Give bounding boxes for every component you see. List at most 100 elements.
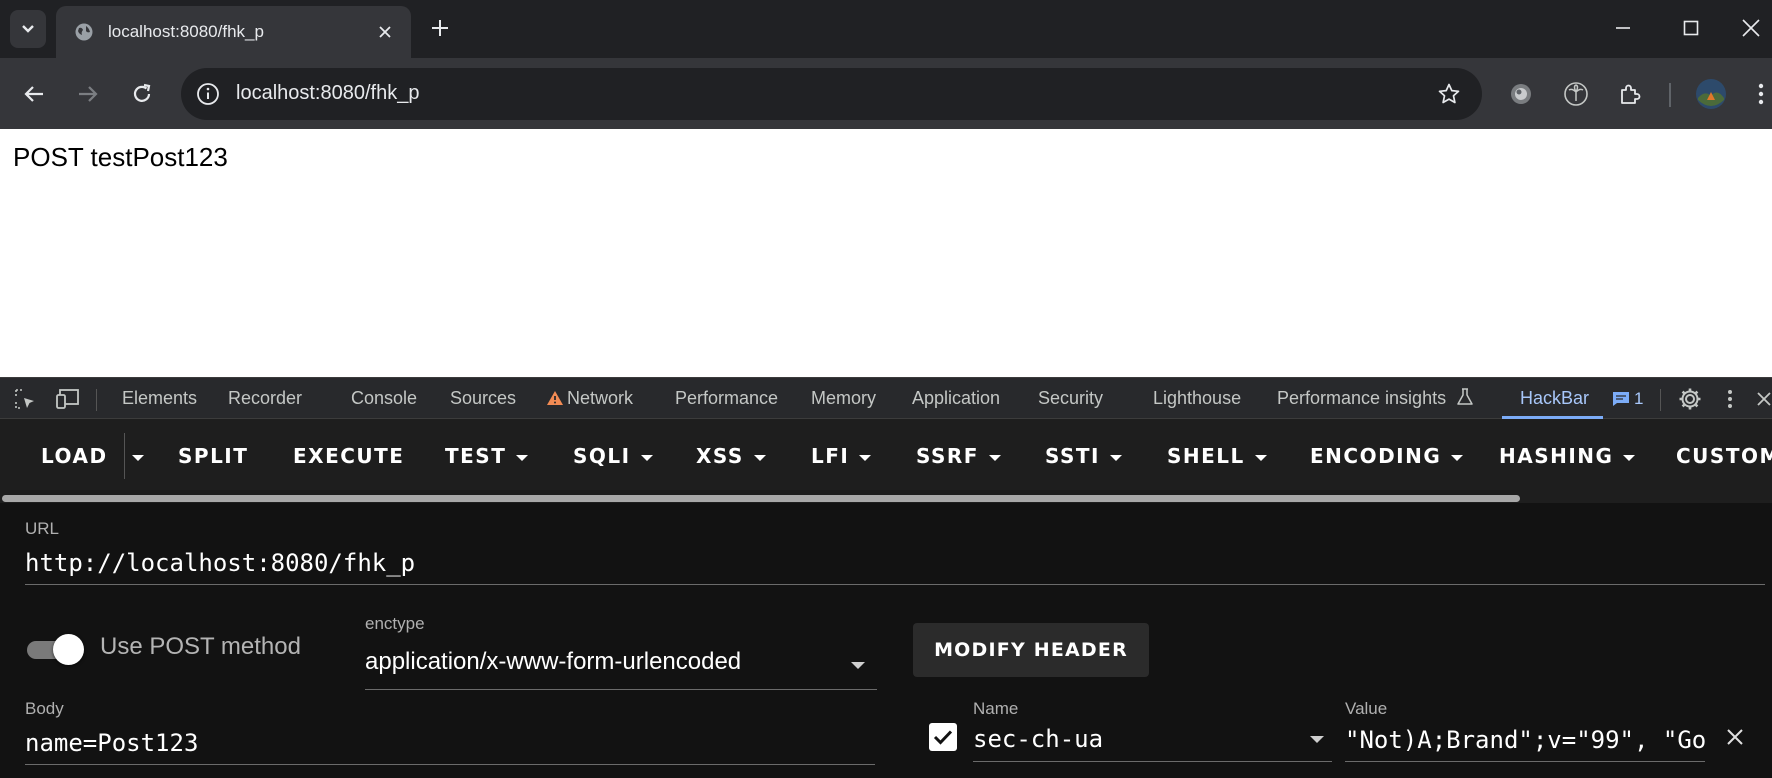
address-url: localhost:8080/fhk_p — [236, 82, 420, 104]
url-input[interactable]: http://localhost:8080/fhk_p — [25, 543, 1765, 585]
hackbar-menu: LOAD SPLIT EXECUTE TEST SQLI XSS LFI SSR… — [0, 419, 1772, 493]
toolbar-separator — [1669, 83, 1671, 107]
caret-down-icon — [1110, 454, 1122, 461]
device-toolbar-icon[interactable] — [55, 388, 83, 410]
enctype-select[interactable]: application/x-www-form-urlencoded — [365, 640, 877, 690]
ssti-menu-label: SSTI — [1045, 444, 1100, 468]
execute-button[interactable]: EXECUTE — [293, 419, 404, 493]
reload-button[interactable] — [122, 74, 162, 114]
tab-search-button[interactable] — [10, 10, 46, 48]
close-tab-icon[interactable] — [373, 20, 397, 44]
tab-memory[interactable]: Memory — [811, 378, 876, 419]
tab-application[interactable]: Application — [912, 378, 1000, 419]
load-split-separator — [124, 433, 125, 479]
settings-gear-icon[interactable] — [1677, 388, 1703, 410]
message-icon — [1613, 391, 1629, 406]
close-icon — [1742, 19, 1760, 37]
warning-icon — [547, 391, 563, 405]
header-value-input[interactable]: "Not)A;Brand";v="99", "Go — [1345, 720, 1705, 762]
body-input[interactable]: name=Post123 — [25, 723, 875, 765]
xss-menu[interactable]: XSS — [696, 419, 766, 493]
reload-icon — [133, 83, 151, 102]
caret-down-icon — [516, 454, 529, 461]
body-label: Body — [25, 699, 64, 718]
tab-security[interactable]: Security — [1038, 378, 1103, 419]
maximize-button[interactable] — [1666, 8, 1716, 48]
post-method-label: Use POST method — [100, 633, 301, 660]
close-devtools-icon[interactable] — [1755, 388, 1772, 410]
header-name-label: Name — [973, 699, 1019, 718]
modify-header-button[interactable]: MODIFY HEADER — [913, 623, 1149, 677]
encoding-menu[interactable]: ENCODING — [1310, 419, 1464, 493]
header-name-select[interactable]: sec-ch-ua — [973, 718, 1332, 762]
shell-menu-label: SHELL — [1167, 444, 1245, 468]
close-window-button[interactable] — [1730, 8, 1772, 48]
tab-recorder[interactable]: Recorder — [228, 378, 302, 419]
menu-scrollbar[interactable] — [0, 493, 1772, 503]
arrow-left-icon — [24, 86, 43, 102]
shell-menu[interactable]: SHELL — [1167, 419, 1267, 493]
tab-console[interactable]: Console — [351, 378, 417, 419]
chevron-down-icon — [22, 25, 34, 33]
tab-title: localhost:8080/fhk_p — [108, 22, 264, 41]
caret-down-icon — [132, 454, 144, 461]
caret-down-icon — [640, 454, 653, 461]
extensions-puzzle-icon[interactable] — [1614, 78, 1646, 110]
tab-performance-insights[interactable]: Performance insights — [1277, 378, 1473, 419]
load-button[interactable]: LOAD — [41, 419, 108, 493]
post-method-toggle[interactable] — [27, 633, 85, 665]
page-body-text: POST testPost123 — [13, 142, 228, 172]
hackbar-panel: LOAD SPLIT EXECUTE TEST SQLI XSS LFI SSR… — [0, 419, 1772, 778]
test-menu-label: TEST — [445, 444, 507, 468]
sqli-menu[interactable]: SQLI — [573, 419, 653, 493]
web-page-viewport: POST testPost123 — [0, 129, 1772, 377]
caret-down-icon — [851, 662, 865, 669]
ssti-menu[interactable]: SSTI — [1045, 419, 1122, 493]
tab-network[interactable]: Network — [546, 378, 633, 419]
extension-palm-icon[interactable] — [1560, 78, 1592, 110]
browser-menu-icon[interactable] — [1750, 78, 1772, 110]
address-bar[interactable]: localhost:8080/fhk_p — [181, 68, 1482, 120]
lfi-menu-label: LFI — [811, 444, 850, 468]
devtools-separator — [1660, 389, 1661, 411]
devtools-menu-icon[interactable] — [1720, 388, 1740, 410]
url-label: URL — [25, 519, 60, 538]
split-button[interactable]: SPLIT — [178, 419, 248, 493]
devtools-separator — [96, 389, 97, 411]
back-button[interactable] — [14, 74, 54, 114]
caret-down-icon — [1451, 454, 1464, 461]
minimize-button[interactable] — [1598, 8, 1648, 48]
new-tab-button[interactable] — [424, 12, 456, 44]
ssrf-menu[interactable]: SSRF — [916, 419, 1001, 493]
maximize-icon — [1683, 20, 1699, 36]
browser-tab[interactable]: localhost:8080/fhk_p — [56, 6, 411, 58]
caret-down-icon — [988, 454, 1001, 461]
tab-elements[interactable]: Elements — [122, 378, 197, 419]
lfi-menu[interactable]: LFI — [811, 419, 872, 493]
site-info-icon[interactable] — [195, 81, 221, 107]
forward-button[interactable] — [68, 74, 108, 114]
load-options-dropdown[interactable] — [128, 419, 150, 493]
tab-performance[interactable]: Performance — [675, 378, 778, 419]
inspect-element-icon[interactable] — [13, 388, 37, 410]
hashing-menu[interactable]: HASHING — [1499, 419, 1636, 493]
toggle-knob — [53, 634, 84, 665]
bookmark-star-icon[interactable] — [1436, 81, 1462, 107]
profile-avatar[interactable] — [1694, 77, 1728, 111]
test-menu[interactable]: TEST — [445, 419, 529, 493]
hashing-menu-label: HASHING — [1499, 444, 1614, 468]
tab-sources[interactable]: Sources — [450, 378, 516, 419]
tab-performance-insights-label: Performance insights — [1277, 388, 1447, 408]
custom-menu[interactable]: CUSTOM — [1676, 419, 1772, 493]
remove-header-icon[interactable] — [1721, 723, 1749, 751]
tab-strip: localhost:8080/fhk_p — [0, 0, 1772, 58]
header-name-value: sec-ch-ua — [973, 725, 1104, 753]
tab-network-label: Network — [567, 388, 634, 408]
scrollbar-thumb[interactable] — [2, 495, 1520, 502]
tab-lighthouse[interactable]: Lighthouse — [1153, 378, 1241, 419]
messages-badge[interactable]: 1 — [1612, 378, 1643, 419]
extension-globe-icon[interactable] — [1505, 78, 1537, 110]
header-enabled-checkbox[interactable] — [929, 723, 957, 751]
caret-down-icon — [1254, 454, 1267, 461]
tab-hackbar[interactable]: HackBar — [1520, 378, 1589, 419]
